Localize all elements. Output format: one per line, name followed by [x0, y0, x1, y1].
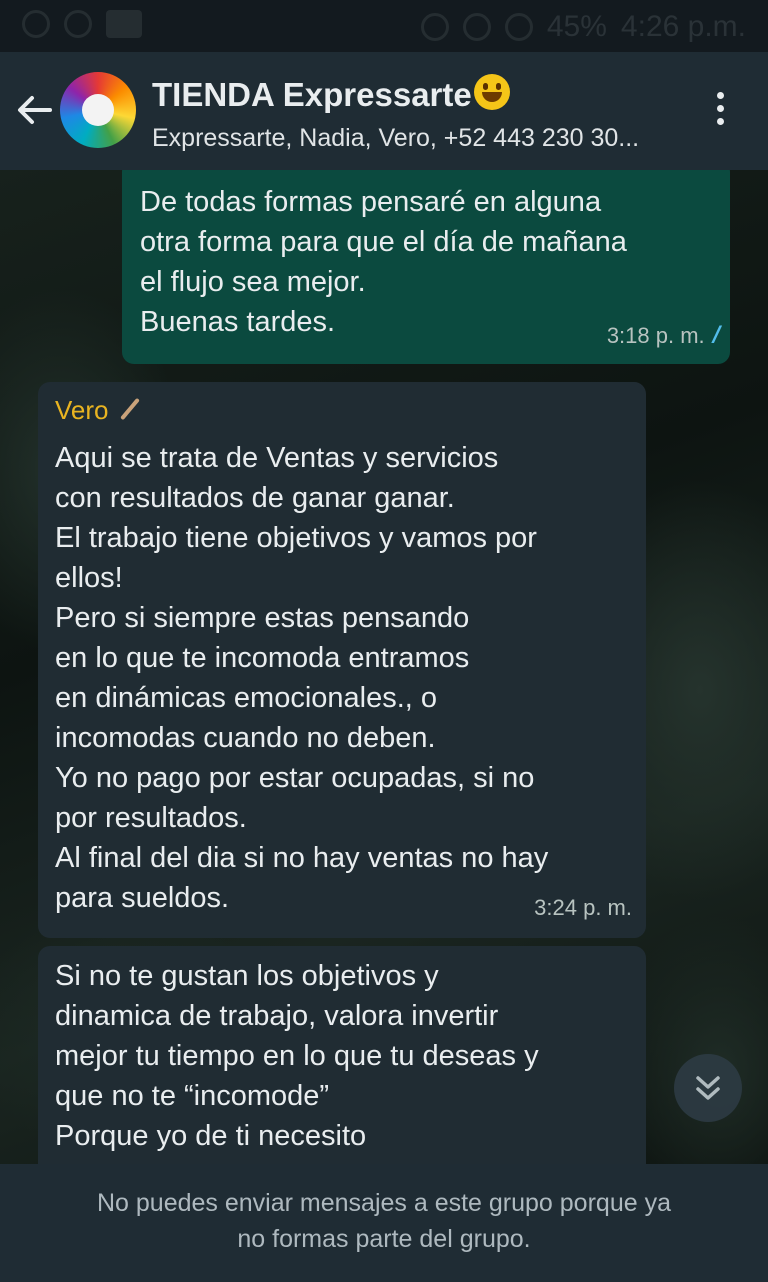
message-bubble-incoming[interactable]: Si no te gustan los objetivos y dinamica… [38, 946, 646, 1164]
sync-icon [22, 10, 50, 38]
double-check-read-icon: // [712, 322, 722, 349]
paintbrush-icon [119, 397, 140, 421]
mute-icon [420, 13, 449, 41]
arrow-left-icon[interactable] [14, 90, 54, 130]
chat-title[interactable]: TIENDA Expressarte [152, 74, 510, 114]
status-bar: 45% 4:26 p.m. [0, 0, 768, 52]
message-bubble-incoming[interactable]: Vero Aqui se trata de Ventas y servicios… [38, 382, 646, 938]
message-text: Si no te gustan los objetivos y dinamica… [55, 960, 539, 1152]
wifi-icon [504, 13, 533, 41]
status-time: 4:26 p.m. [620, 10, 746, 43]
more-vertical-icon[interactable] [712, 92, 728, 132]
notification-icon [64, 10, 92, 38]
message-bubble-outgoing[interactable]: De todas formas pensaré en alguna otra f… [122, 170, 730, 364]
footer-text: No puedes enviar mensajes a este grupo p… [97, 1189, 671, 1253]
chat-header: TIENDA Expressarte Expressarte, Nadia, V… [0, 52, 768, 170]
message-time: 3:24 p. m. [534, 895, 632, 920]
sender-name: Vero [55, 395, 109, 425]
chat-participants[interactable]: Expressarte, Nadia, Vero, +52 443 230 30… [152, 124, 639, 153]
message-meta: 3:18 p. m. // [606, 316, 722, 356]
message-sender[interactable]: Vero [55, 392, 628, 428]
chat-title-text: TIENDA Expressarte [152, 76, 472, 113]
group-avatar[interactable] [60, 72, 136, 148]
battery-level: 45% [546, 10, 607, 43]
composer-disabled-notice: No puedes enviar mensajes a este grupo p… [0, 1164, 768, 1282]
scroll-to-bottom-button[interactable] [674, 1054, 742, 1122]
chat-area[interactable]: De todas formas pensaré en alguna otra f… [0, 170, 768, 1164]
message-time: 3:18 p. m. [606, 323, 705, 348]
chevron-double-down-icon [696, 1076, 720, 1100]
alarm-icon [462, 13, 491, 41]
video-icon [106, 10, 142, 38]
grinning-face-emoji-icon [473, 74, 510, 110]
message-text: Aqui se trata de Ventas y servicios con … [55, 442, 549, 914]
